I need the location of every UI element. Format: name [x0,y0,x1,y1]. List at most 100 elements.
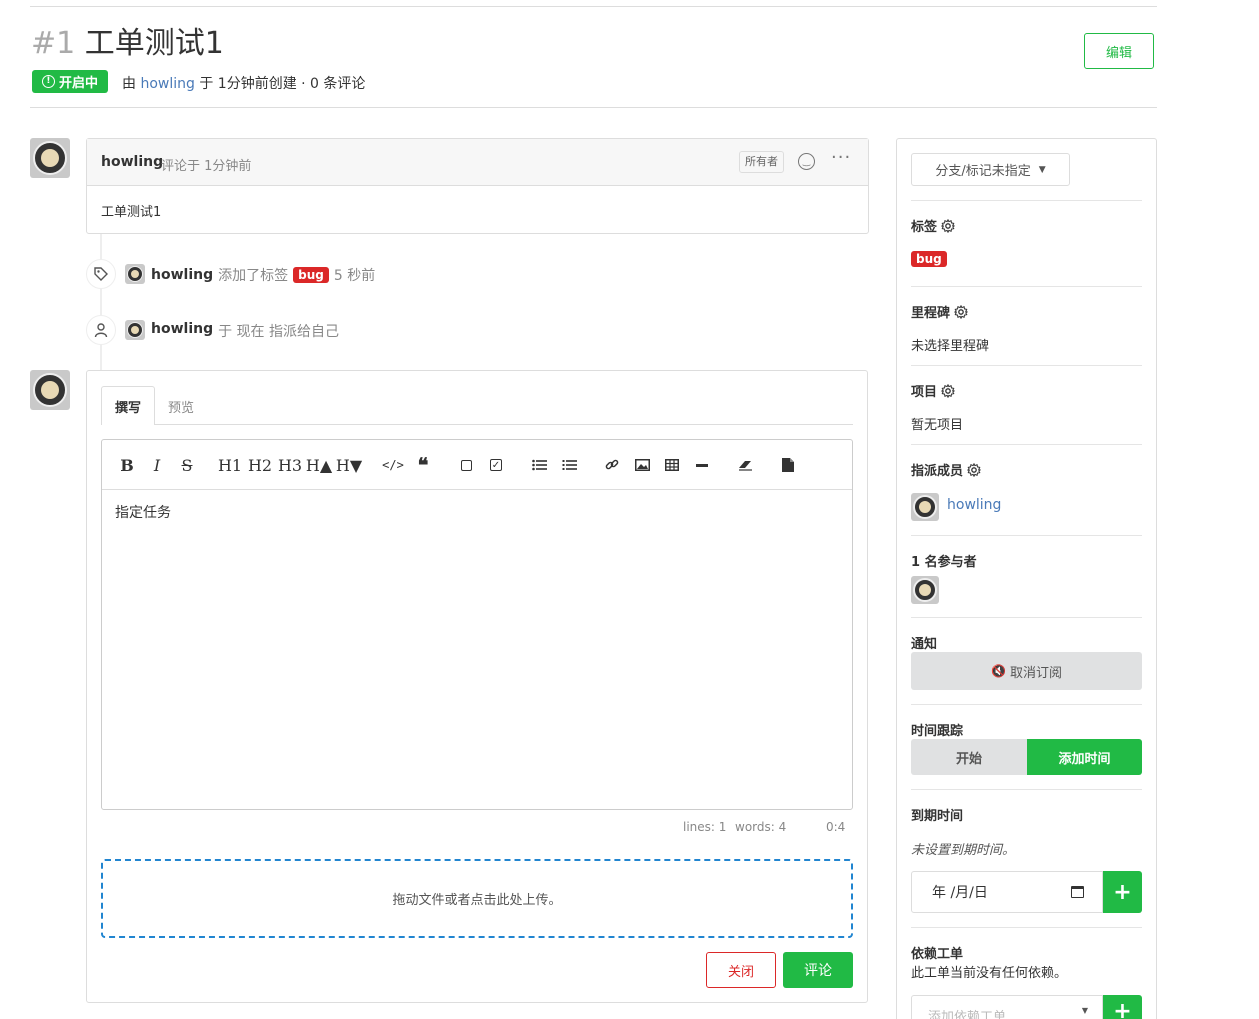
labels-section-title[interactable]: 标签 [911,216,956,235]
bold-button[interactable]: B [118,456,136,475]
issue-title: #1 工单测试1 [31,24,224,64]
dependency-search-dropdown[interactable]: 添加依赖工单... ▼ [911,995,1103,1019]
projects-section-title[interactable]: 项目 [911,381,956,400]
branch-dropdown[interactable]: 分支/标记未指定 ▼ [911,153,1070,186]
strikethrough-button[interactable]: S [178,456,196,475]
close-issue-button[interactable]: 关闭 [706,952,776,988]
add-dependency-button[interactable]: + [1103,995,1142,1019]
gear-icon[interactable] [967,462,982,477]
status-badge: ! 开启中 [32,70,108,93]
sidebar-divider [911,200,1142,201]
issue-meta: 由 howling 于 1分钟前创建 · 0 条评论 [122,76,366,92]
upload-dropzone[interactable]: 拖动文件或者点击此处上传。 [101,859,853,938]
link-icon[interactable] [603,456,621,474]
avatar[interactable] [911,493,939,521]
sidebar-divider [911,704,1142,705]
timeline-line [100,234,102,370]
gear-icon[interactable] [941,383,956,398]
gear-icon[interactable] [954,304,969,319]
author-link[interactable]: howling [140,76,194,92]
milestone-section-title[interactable]: 里程碑 [911,302,969,321]
time-tracking-section-title: 时间跟踪 [911,724,964,739]
heading2-button[interactable]: H2 [248,456,272,475]
issue-title-text: 工单测试1 [84,26,224,61]
event-author[interactable]: howling [151,321,213,341]
edit-button[interactable]: 编辑 [1084,33,1154,69]
sidebar-divider [911,365,1142,366]
comment-body: 工单测试1 [101,205,162,220]
header-divider [30,107,1157,108]
file-icon[interactable] [779,456,797,474]
sidebar-divider [911,789,1142,790]
dependencies-value: 此工单当前没有任何依赖。 [911,966,1068,981]
add-time-button[interactable]: 添加时间 [1027,739,1142,775]
eraser-icon[interactable] [736,456,754,474]
bullet-list-icon[interactable] [530,456,548,474]
table-icon[interactable] [663,456,681,474]
mute-icon: 🔇 [991,664,1006,678]
gear-icon[interactable] [941,218,956,233]
italic-button[interactable]: I [148,456,166,475]
calendar-icon[interactable] [1071,886,1084,898]
avatar[interactable] [125,264,145,284]
label-bug[interactable]: bug [911,251,947,267]
numbered-list-icon[interactable] [560,456,578,474]
user-icon [86,315,116,345]
notify-section-title: 通知 [911,637,938,652]
issue-number: #1 [31,26,76,61]
sidebar-divider [911,286,1142,287]
code-icon[interactable]: </> [382,456,404,474]
participants-section-title: 1 名参与者 [911,555,977,570]
comment-author[interactable]: howling [101,154,163,170]
checkbox-checked-icon[interactable]: ✓ [487,456,505,474]
assignee-link[interactable]: howling [947,497,1001,513]
heading1-button[interactable]: H1 [218,456,242,475]
comment-header: howling 评论于 1分钟前 所有者 ‿ ··· [87,139,868,186]
heading-bigger-button[interactable]: H▲ [306,456,332,475]
projects-value: 暂无项目 [911,418,964,433]
sidebar-divider [911,617,1142,618]
avatar[interactable] [30,370,70,410]
sidebar-divider [911,927,1142,928]
event-label-added: howling 添加了标签 bug 5 秒前 [151,267,376,284]
comment-button[interactable]: 评论 [783,952,853,988]
editor-box [101,439,853,810]
tab-preview[interactable]: 预览 [168,397,194,416]
start-timer-button[interactable]: 开始 [911,739,1027,775]
label-bug[interactable]: bug [293,267,329,283]
comment-time: 评论于 1分钟前 [161,159,252,174]
add-due-date-button[interactable]: + [1103,871,1142,913]
editor-status-words: words: 4 [735,820,787,834]
reaction-icon[interactable]: ‿ [798,153,815,170]
horizontal-rule-icon[interactable] [693,456,711,474]
due-date-input[interactable]: 年 /月/日 [911,871,1103,913]
due-date-value: 未设置到期时间。 [911,843,1016,858]
tab-divider [101,424,853,425]
sidebar-divider [911,535,1142,536]
editor-status-lines: lines: 1 [683,820,727,834]
heading-smaller-button[interactable]: H▼ [336,456,362,475]
sidebar-divider [911,444,1142,445]
assignees-section-title[interactable]: 指派成员 [911,460,982,479]
top-divider [30,6,1157,7]
tab-write[interactable]: 撰写 [101,386,155,425]
unsubscribe-button[interactable]: 🔇 取消订阅 [911,652,1142,690]
milestone-value: 未选择里程碑 [911,339,990,354]
tag-icon [86,259,116,289]
avatar[interactable] [30,138,70,178]
more-icon[interactable]: ··· [831,147,851,168]
avatar[interactable] [911,576,939,604]
avatar[interactable] [125,320,145,340]
comment-box: howling 评论于 1分钟前 所有者 ‿ ··· 工单测试1 [86,138,869,234]
owner-badge: 所有者 [739,151,784,173]
editor-textarea[interactable]: 指定任务 [115,502,171,522]
caret-down-icon: ▼ [1081,1006,1088,1015]
event-author[interactable]: howling [151,267,213,283]
event-assigned: howling 于 现在 指派给自己 [151,321,340,341]
image-icon[interactable] [633,456,651,474]
heading3-button[interactable]: H3 [278,456,302,475]
quote-icon[interactable]: ❝ [414,453,432,477]
caret-down-icon: ▼ [1038,164,1046,175]
checkbox-empty-icon[interactable] [457,456,475,474]
editor-status-cursor: 0:4 [826,820,846,834]
